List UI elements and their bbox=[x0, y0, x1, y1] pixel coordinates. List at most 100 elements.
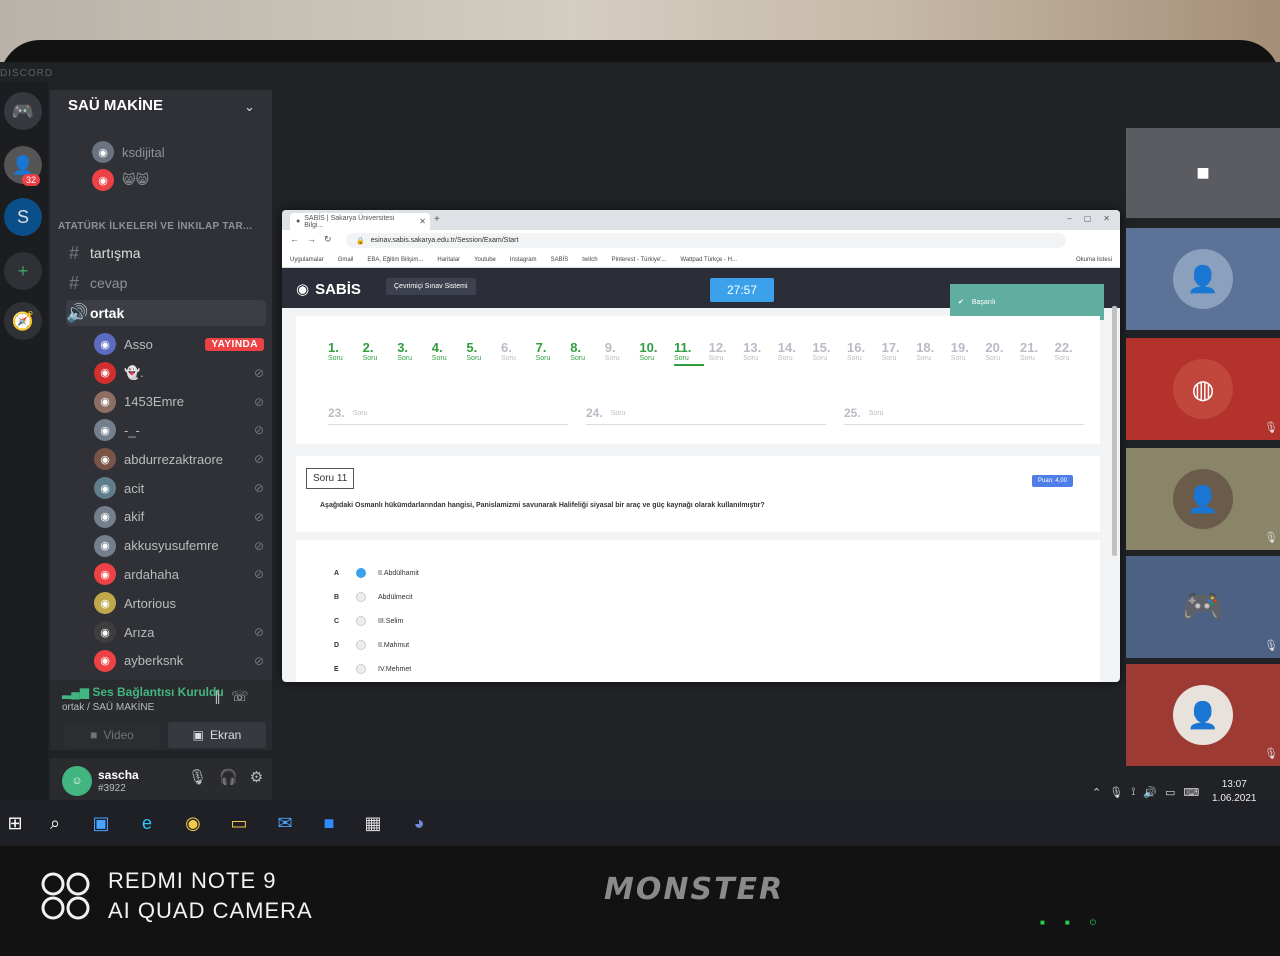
answer-radio[interactable] bbox=[356, 664, 366, 674]
voice-member[interactable]: ◉ ardahaha ⊘ bbox=[94, 562, 264, 586]
chrome-icon[interactable]: ◉ bbox=[178, 808, 208, 838]
sau-server-icon[interactable]: S bbox=[4, 198, 42, 236]
question-link[interactable]: 22. Soru bbox=[1055, 340, 1085, 362]
question-link[interactable]: 10. Soru bbox=[639, 340, 669, 362]
answer-option[interactable]: D II.Mahmut bbox=[334, 640, 409, 650]
question-link[interactable]: 15. Soru bbox=[812, 340, 842, 362]
voice-user[interactable]: ◉ 😸😸 bbox=[92, 168, 149, 192]
answer-radio[interactable] bbox=[356, 616, 366, 626]
question-link[interactable]: 20. Soru bbox=[985, 340, 1015, 362]
server-name[interactable]: SAÜ MAKİNE bbox=[68, 97, 163, 114]
voice-channel-path[interactable]: ortak / SAÜ MAKİNE bbox=[62, 702, 154, 713]
participant-tile[interactable]: ◍ 🎙 bbox=[1126, 338, 1280, 440]
question-link[interactable]: 25. Soru bbox=[844, 402, 1084, 425]
question-link[interactable]: 12. Soru bbox=[709, 340, 739, 362]
back-icon[interactable]: ← bbox=[290, 234, 299, 245]
channel-ortak[interactable]: 🔊 ortak bbox=[66, 300, 266, 326]
headphones-icon[interactable]: 🎧 bbox=[219, 768, 238, 786]
question-link[interactable]: 7. Soru bbox=[536, 340, 566, 362]
minimize-icon[interactable]: – bbox=[1067, 214, 1071, 223]
video-button[interactable]: ■ Video bbox=[64, 722, 160, 748]
settings-gear-icon[interactable]: ⚙ bbox=[250, 768, 263, 786]
network-icon[interactable]: ⟟ bbox=[1131, 786, 1135, 799]
keyboard-icon[interactable]: ⌨ bbox=[1183, 786, 1199, 799]
user-avatar[interactable]: ☺ bbox=[62, 766, 92, 796]
bookmark-item[interactable]: Wattpad Türkçe - H... bbox=[680, 257, 737, 263]
channel-tartisma[interactable]: # tartışma bbox=[66, 240, 266, 266]
bookmark-item[interactable]: EBA, Eğitim Bilişim... bbox=[367, 257, 423, 263]
photos-icon[interactable]: ▣ bbox=[86, 808, 116, 838]
battery-icon[interactable]: ▭ bbox=[1165, 786, 1175, 799]
question-link[interactable]: 4. Soru bbox=[432, 340, 462, 362]
screen-share-button[interactable]: ▣ Ekran bbox=[168, 722, 266, 748]
category-header[interactable]: ATATÜRK İLKELERİ VE İNKILAP TAR... bbox=[58, 221, 252, 232]
forward-icon[interactable]: → bbox=[307, 234, 316, 245]
question-link[interactable]: 2. Soru bbox=[363, 340, 393, 362]
question-link[interactable]: 16. Soru bbox=[847, 340, 877, 362]
answer-radio[interactable] bbox=[356, 592, 366, 602]
noise-suppression-icon[interactable]: ∥ bbox=[214, 688, 221, 705]
answer-option[interactable]: E IV.Mehmet bbox=[334, 664, 411, 674]
question-link[interactable]: 14. Soru bbox=[778, 340, 808, 362]
channel-cevap[interactable]: # cevap bbox=[66, 270, 266, 296]
chevron-up-icon[interactable]: ⌃ bbox=[1092, 786, 1101, 799]
chevron-down-icon[interactable]: ⌄ bbox=[244, 99, 255, 115]
voice-member[interactable]: ◉ abdurrezaktraore ⊘ bbox=[94, 447, 264, 471]
question-link[interactable]: 5. Soru bbox=[466, 340, 496, 362]
bookmark-item[interactable]: Youtube bbox=[474, 257, 496, 263]
browser-tab[interactable]: ● SABİS | Sakarya Üniversitesi Bilgi... … bbox=[290, 213, 430, 230]
windows-start-icon[interactable]: ⊞ bbox=[0, 808, 30, 838]
bookmark-item[interactable]: SABİS bbox=[551, 257, 569, 263]
explore-icon[interactable]: 🧭 bbox=[4, 302, 42, 340]
voice-user[interactable]: ◉ ksdijital bbox=[92, 140, 165, 164]
voice-member[interactable]: ◉ akif ⊘ bbox=[94, 505, 264, 529]
voice-member[interactable]: ◉ akkusyusufemre ⊘ bbox=[94, 534, 264, 558]
sabis-logo[interactable]: ◉ SABİS bbox=[296, 280, 361, 299]
participant-tile[interactable]: 👤 bbox=[1126, 228, 1280, 330]
camera-preview-tile[interactable]: ■ bbox=[1126, 128, 1280, 218]
zoom-icon[interactable]: ■ bbox=[314, 808, 344, 838]
voice-member[interactable]: ◉ Asso YAYINDA bbox=[94, 332, 264, 356]
question-link[interactable]: 19. Soru bbox=[951, 340, 981, 362]
url-input[interactable]: 🔒 esinav.sabis.sakarya.edu.tr/Session/Ex… bbox=[346, 233, 1066, 248]
page-scrollbar[interactable] bbox=[1112, 306, 1117, 556]
bookmark-item[interactable]: Pinterest - Türkiye'... bbox=[612, 257, 667, 263]
store-icon[interactable]: ▦ bbox=[358, 808, 388, 838]
voice-member[interactable]: ◉ 👻. ⊘ bbox=[94, 361, 264, 385]
voice-member[interactable]: ◉ -_- ⊘ bbox=[94, 418, 264, 442]
mail-icon[interactable]: ✉ bbox=[270, 808, 300, 838]
question-link[interactable]: 17. Soru bbox=[882, 340, 912, 362]
participant-tile[interactable]: 👤 🎙 bbox=[1126, 664, 1280, 766]
question-link[interactable]: 23. Soru bbox=[328, 402, 568, 425]
participant-tile[interactable]: 👤 🎙 bbox=[1126, 448, 1280, 550]
file-explorer-icon[interactable]: ▭ bbox=[224, 808, 254, 838]
question-link[interactable]: 18. Soru bbox=[916, 340, 946, 362]
online-exam-tab[interactable]: Çevrimiçi Sınav Sistemi bbox=[386, 278, 476, 295]
answer-option[interactable]: A II.Abdülhamit bbox=[334, 568, 419, 578]
add-server-icon[interactable]: + bbox=[4, 252, 42, 290]
bookmark-item[interactable]: Instagram bbox=[510, 257, 537, 263]
question-link[interactable]: 8. Soru bbox=[570, 340, 600, 362]
search-icon[interactable]: ⌕ bbox=[40, 808, 70, 838]
disconnect-icon[interactable]: ☏ bbox=[231, 688, 249, 705]
answer-option[interactable]: C III.Selim bbox=[334, 616, 403, 626]
close-icon[interactable]: ✕ bbox=[419, 217, 426, 226]
voice-member[interactable]: ◉ Arıza ⊘ bbox=[94, 620, 264, 644]
voice-member[interactable]: ◉ 1453Emre ⊘ bbox=[94, 390, 264, 414]
close-icon[interactable]: ✕ bbox=[1103, 214, 1110, 223]
bookmark-item[interactable]: Gmail bbox=[338, 257, 354, 263]
question-link[interactable]: 6. Soru bbox=[501, 340, 531, 362]
answer-radio[interactable] bbox=[356, 568, 366, 578]
bookmark-item[interactable]: twitch bbox=[582, 257, 597, 263]
question-link[interactable]: 9. Soru bbox=[605, 340, 635, 362]
question-link[interactable]: 21. Soru bbox=[1020, 340, 1050, 362]
bookmark-item[interactable]: Haritalar bbox=[437, 257, 460, 263]
maximize-icon[interactable]: ▢ bbox=[1084, 214, 1092, 223]
question-link[interactable]: 13. Soru bbox=[743, 340, 773, 362]
question-link[interactable]: 24. Soru bbox=[586, 402, 826, 425]
discord-taskbar-icon[interactable]: ◕ bbox=[404, 808, 434, 838]
question-link[interactable]: 1. Soru bbox=[328, 340, 358, 362]
edge-icon[interactable]: e bbox=[132, 808, 162, 838]
bookmark-item[interactable]: Uygulamalar bbox=[290, 257, 324, 263]
volume-icon[interactable]: 🔊 bbox=[1143, 786, 1157, 799]
